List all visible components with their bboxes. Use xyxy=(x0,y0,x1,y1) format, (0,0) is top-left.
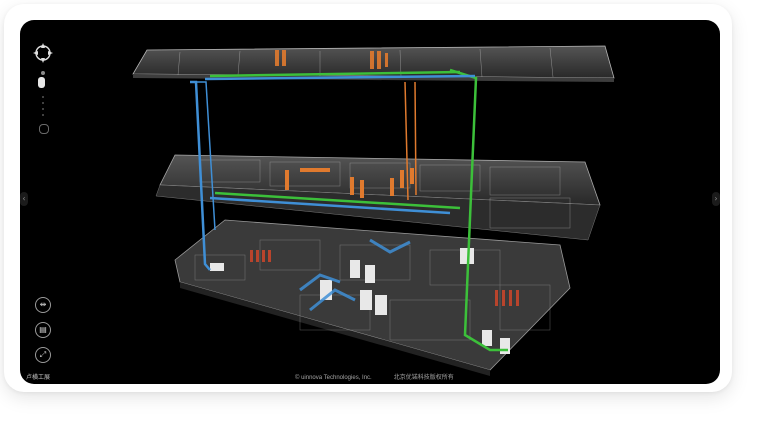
zoom-tick xyxy=(41,114,44,116)
minus-icon[interactable] xyxy=(39,124,49,134)
floor-bottom[interactable] xyxy=(174,219,571,376)
floor-button[interactable]: ▤ xyxy=(35,322,51,338)
chevron-right-icon[interactable]: › xyxy=(712,192,720,206)
zoom-tick xyxy=(41,102,44,104)
plus-icon[interactable] xyxy=(41,71,45,75)
zoom-slider-handle[interactable] xyxy=(38,77,45,88)
screenshot-card: ⇹ ▤ ⤢ ‹ › 卢横工展 © uinnova Technologies, I… xyxy=(4,4,732,392)
zoom-tick xyxy=(41,108,44,110)
3d-viewport[interactable]: ⇹ ▤ ⤢ ‹ › 卢横工展 © uinnova Technologies, I… xyxy=(20,20,720,384)
copyright: © uinnova Technologies, Inc. 北京优锘科技版权所有 xyxy=(295,372,476,381)
split-view-button[interactable]: ⇹ xyxy=(35,297,51,313)
fullscreen-button[interactable]: ⤢ xyxy=(35,347,51,363)
zoom-tick xyxy=(41,96,44,98)
copyright-en: © uinnova Technologies, Inc. xyxy=(295,375,372,381)
building-scene[interactable] xyxy=(20,20,720,384)
compass-icon[interactable] xyxy=(32,42,54,64)
chevron-left-icon[interactable]: ‹ xyxy=(20,192,28,206)
scene-label: 卢横工展 xyxy=(26,375,51,381)
copyright-cn: 北京优锘科技版权所有 xyxy=(393,375,454,381)
